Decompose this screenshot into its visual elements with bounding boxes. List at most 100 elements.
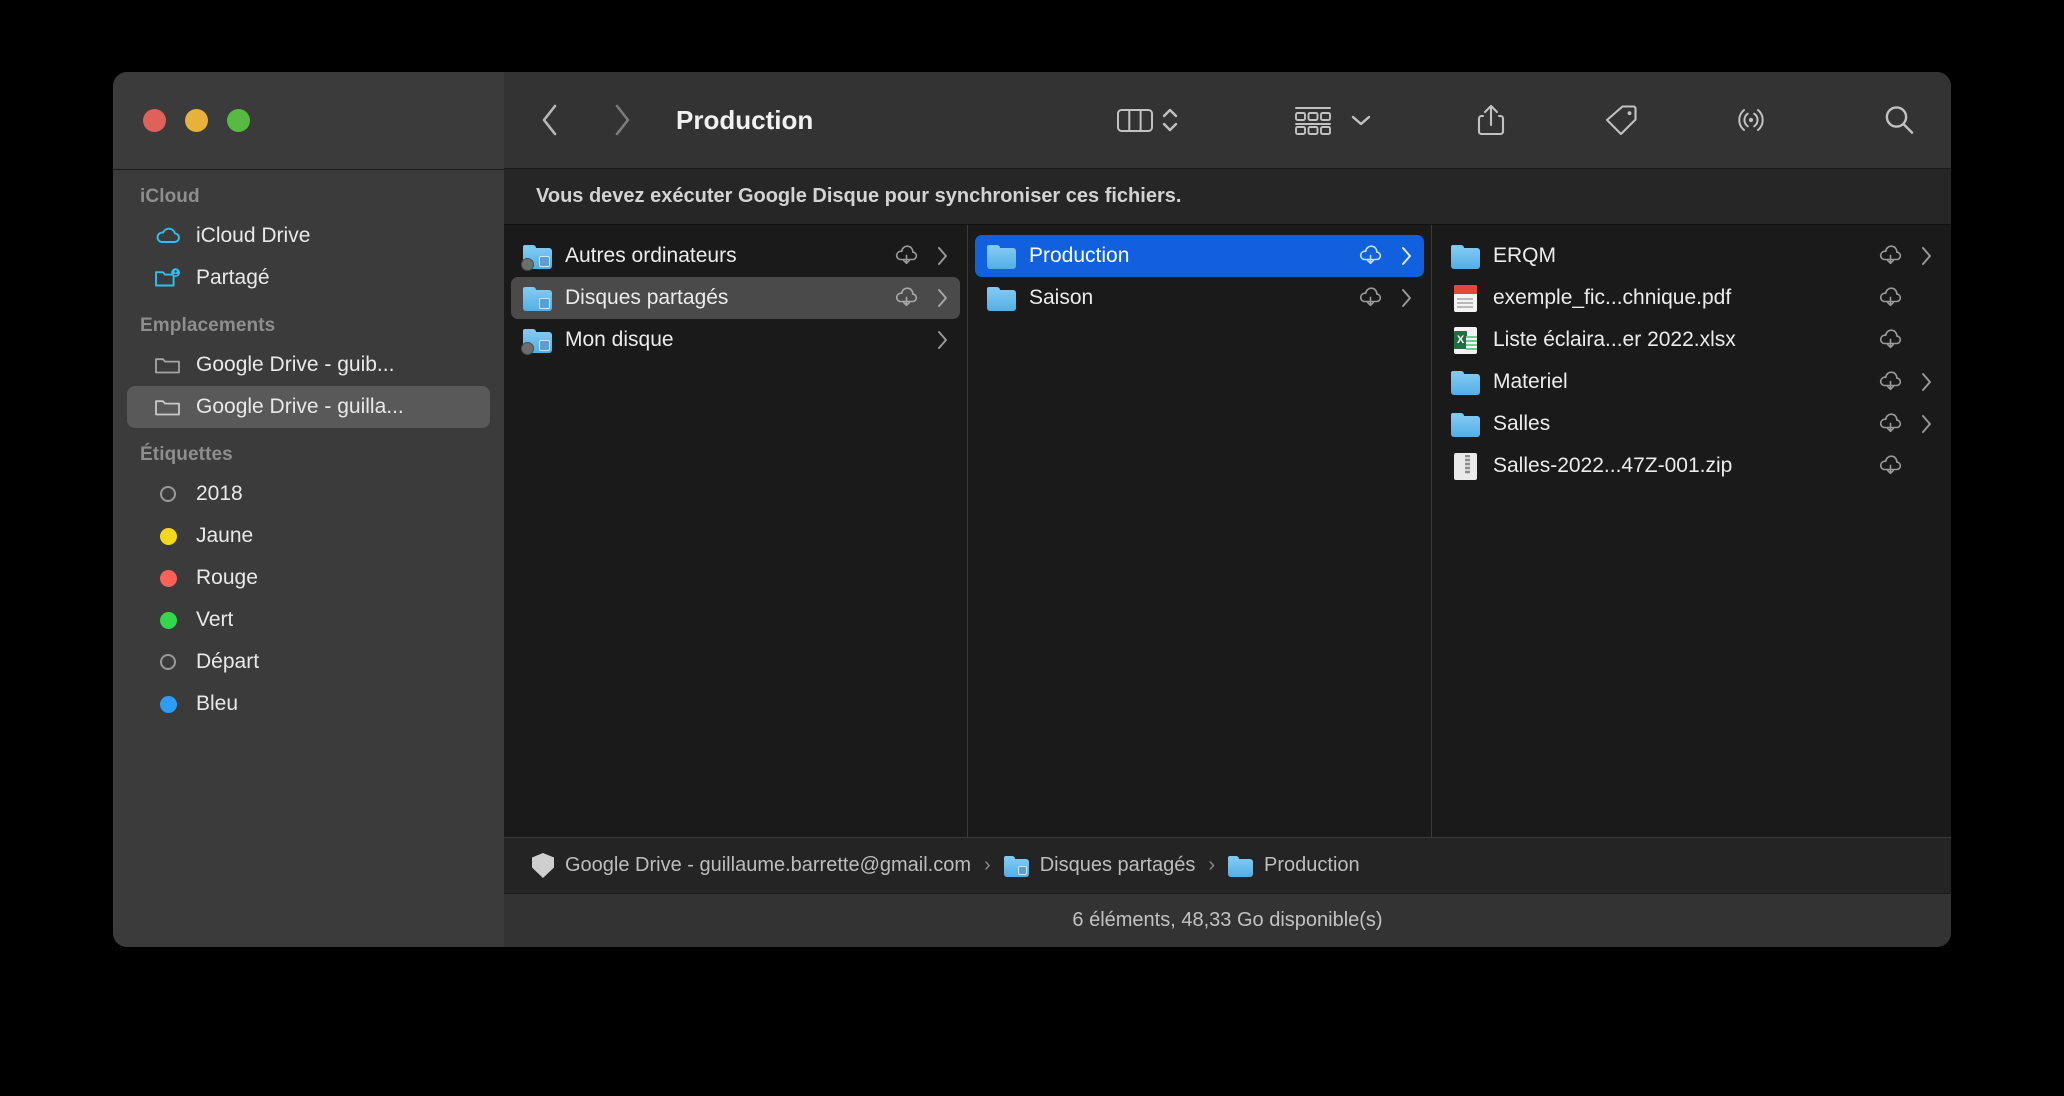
airdrop-icon[interactable] xyxy=(1729,98,1773,142)
list-item[interactable]: Disques partagés xyxy=(511,277,960,319)
sidebar-item-label: Vert xyxy=(196,608,234,631)
cloud-download-icon[interactable] xyxy=(891,287,921,309)
list-item[interactable]: Saison xyxy=(975,277,1424,319)
tag-icon[interactable] xyxy=(1599,98,1643,142)
breadcrumb-label: Disques partagés xyxy=(1039,854,1196,876)
list-item[interactable]: ERQM xyxy=(1439,235,1944,277)
sidebar-item-tag-vert[interactable]: Vert xyxy=(127,599,490,641)
cloud-download-icon[interactable] xyxy=(1875,287,1905,309)
sidebar-item-google-drive-guib[interactable]: Google Drive - guib... xyxy=(127,344,490,386)
folder-icon xyxy=(987,243,1016,269)
finder-window: Inbox iCloud iCloud Drive xyxy=(113,72,1951,947)
chevron-right-icon[interactable] xyxy=(1398,246,1414,266)
sidebar-item-icloud-drive[interactable]: iCloud Drive xyxy=(127,215,490,257)
cloud-download-icon[interactable] xyxy=(1875,413,1905,435)
share-icon[interactable] xyxy=(1469,98,1513,142)
sidebar-item-label: Google Drive - guib... xyxy=(196,353,395,376)
breadcrumb: Google Drive - guillaume.barrette@gmail.… xyxy=(504,837,1951,893)
sidebar-item-clipped[interactable]: Inbox xyxy=(127,169,490,170)
breadcrumb-separator: › xyxy=(1208,854,1216,876)
sidebar-item-label: Google Drive - guilla... xyxy=(196,395,404,418)
cloud-download-icon[interactable] xyxy=(1875,455,1905,477)
sidebar-item-google-drive-guillaume[interactable]: Google Drive - guilla... xyxy=(127,386,490,428)
chevron-down-icon[interactable] xyxy=(1339,98,1383,142)
column-view-icon[interactable] xyxy=(1113,98,1157,142)
sidebar-item-label: iCloud Drive xyxy=(196,224,311,247)
chevron-right-icon[interactable] xyxy=(1398,288,1414,308)
folder-icon xyxy=(1451,369,1480,395)
list-item[interactable]: X Liste éclaira...er 2022.xlsx xyxy=(1439,319,1944,361)
item-label: Materiel xyxy=(1493,370,1568,393)
group-by-icon[interactable] xyxy=(1287,98,1339,142)
sidebar-item-label: Rouge xyxy=(196,566,258,589)
cloud-download-icon[interactable] xyxy=(1875,371,1905,393)
cloud-download-icon[interactable] xyxy=(891,245,921,267)
list-item[interactable]: Mon disque xyxy=(511,319,960,361)
sidebar-item-tag-bleu[interactable]: Bleu xyxy=(127,683,490,725)
folder-icon xyxy=(1228,854,1254,877)
tag-dot-red-icon xyxy=(154,569,182,587)
folder-icon xyxy=(1451,243,1480,269)
sidebar-item-label: Bleu xyxy=(196,692,239,715)
sidebar-scroll-area[interactable]: Inbox iCloud iCloud Drive xyxy=(113,169,504,947)
breadcrumb-item-disques-partages[interactable]: Disques partagés xyxy=(1003,854,1196,877)
folder-locked-drive-icon xyxy=(521,327,552,355)
window-controls xyxy=(113,72,504,169)
page-title: Production xyxy=(676,104,814,135)
column-3[interactable]: ERQM exemple_fic...chnique.pdf X Liste é… xyxy=(1432,225,1951,837)
sidebar-item-tag-rouge[interactable]: Rouge xyxy=(127,557,490,599)
sidebar-item-label: 2018 xyxy=(196,482,243,505)
status-text: 6 éléments, 48,33 Go disponible(s) xyxy=(1072,909,1383,931)
list-item[interactable]: Autres ordinateurs xyxy=(511,235,960,277)
cloud-download-icon[interactable] xyxy=(1875,329,1905,351)
chevron-right-icon[interactable] xyxy=(934,288,950,308)
sidebar-item-tag-depart[interactable]: Départ xyxy=(127,641,490,683)
chevron-right-icon[interactable] xyxy=(1918,372,1934,392)
pdf-file-icon xyxy=(1451,285,1480,312)
sidebar-section-etiquettes: Étiquettes xyxy=(140,444,233,465)
list-item[interactable]: Materiel xyxy=(1439,361,1944,403)
sidebar-item-tag-2018[interactable]: 2018 xyxy=(127,473,490,515)
shared-folder-icon xyxy=(154,267,182,289)
banner-text: Vous devez exécuter Google Disque pour s… xyxy=(536,185,1182,207)
forward-button[interactable] xyxy=(600,98,644,142)
item-label: Salles-2022...47Z-001.zip xyxy=(1493,454,1733,477)
item-label: Production xyxy=(1029,244,1130,267)
sidebar-section-emplacements: Emplacements xyxy=(140,315,276,336)
navigation-buttons xyxy=(504,98,644,142)
item-label: Saison xyxy=(1029,286,1094,309)
column-1[interactable]: Autres ordinateurs Disques partagés Mon … xyxy=(504,225,968,837)
column-2[interactable]: Production Saison xyxy=(968,225,1432,837)
tag-dot-yellow-icon xyxy=(154,527,182,545)
item-label: Mon disque xyxy=(565,328,674,351)
item-label: ERQM xyxy=(1493,244,1556,267)
chevron-right-icon[interactable] xyxy=(934,330,950,350)
back-button[interactable] xyxy=(528,98,572,142)
chevron-right-icon[interactable] xyxy=(934,246,950,266)
folder-icon xyxy=(1451,411,1480,437)
cloud-download-icon[interactable] xyxy=(1355,287,1385,309)
toolbar: Production xyxy=(504,72,1951,169)
list-item[interactable]: exemple_fic...chnique.pdf xyxy=(1439,277,1944,319)
folder-locked-icon xyxy=(521,243,552,271)
chevron-right-icon[interactable] xyxy=(1918,414,1934,434)
breadcrumb-item-production[interactable]: Production xyxy=(1228,854,1360,877)
list-item[interactable]: Production xyxy=(975,235,1424,277)
cloud-download-icon[interactable] xyxy=(1875,245,1905,267)
cloud-download-icon[interactable] xyxy=(1355,245,1385,267)
list-item[interactable]: Salles xyxy=(1439,403,1944,445)
folder-shared-icon xyxy=(1003,854,1029,877)
cloud-icon xyxy=(154,226,182,246)
list-item[interactable]: Salles-2022...47Z-001.zip xyxy=(1439,445,1944,487)
breadcrumb-item-drive[interactable]: Google Drive - guillaume.barrette@gmail.… xyxy=(532,853,971,878)
sort-stepper-icon[interactable] xyxy=(1157,98,1183,142)
item-label: Disques partagés xyxy=(565,286,729,309)
search-icon[interactable] xyxy=(1877,98,1921,142)
sidebar-item-partage[interactable]: Partagé xyxy=(127,257,490,299)
sidebar-item-label: Jaune xyxy=(196,524,254,547)
minimize-button[interactable] xyxy=(185,109,208,132)
zoom-button[interactable] xyxy=(227,109,250,132)
chevron-right-icon[interactable] xyxy=(1918,246,1934,266)
sidebar-item-tag-jaune[interactable]: Jaune xyxy=(127,515,490,557)
close-button[interactable] xyxy=(143,109,166,132)
